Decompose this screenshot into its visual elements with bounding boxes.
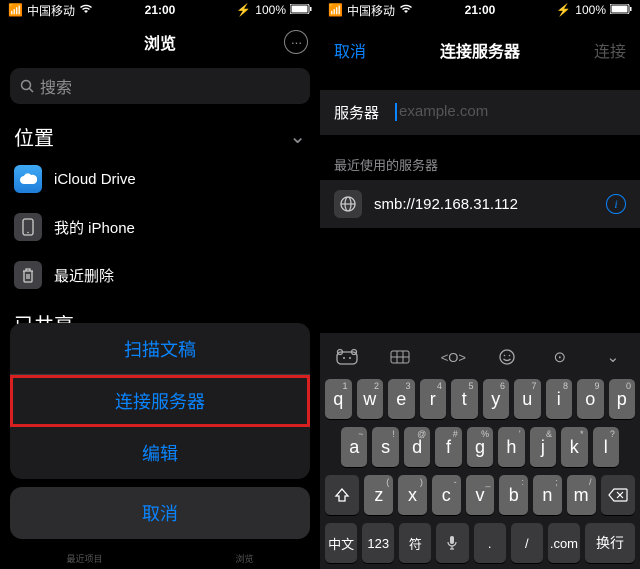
key-n[interactable]: n; [533,475,562,515]
key-r[interactable]: r4 [420,379,447,419]
key-l[interactable]: l? [593,427,619,467]
key-c[interactable]: c- [432,475,461,515]
server-input[interactable]: 服务器 example.com [320,90,640,135]
kb-tool-grid[interactable] [382,343,418,371]
key-x[interactable]: x) [398,475,427,515]
key-y[interactable]: y6 [483,379,510,419]
cancel-button[interactable]: 取消 [10,487,310,539]
action-sheet: 扫描文稿 连接服务器 编辑 取消 [0,315,320,569]
key-d[interactable]: d@ [404,427,430,467]
list-item-trash[interactable]: 最近删除 [0,251,320,299]
status-bar: 📶 中国移动 21:00 ⚡ 100% [320,0,640,20]
scan-button[interactable]: 扫描文稿 [10,323,310,375]
recent-header: 最近使用的服务器 [320,135,640,180]
carrier: 中国移动 [27,2,75,19]
kb-tool-emoji[interactable] [489,343,525,371]
connect-button[interactable]: 连接 [594,38,626,62]
key-shift[interactable] [325,475,359,515]
keyboard-toolbar: <O> ⊙ ⌄ [323,337,637,379]
trash-icon [14,261,42,289]
key-q[interactable]: q1 [325,379,352,419]
signal-icon: 📶 [8,3,23,17]
key-slash[interactable]: / [511,523,543,563]
location-list: iCloud Drive 我的 iPhone 最近删除 [0,155,320,299]
info-icon[interactable]: i [606,194,626,214]
server-field-label: 服务器 [334,102,379,123]
key-b[interactable]: b: [499,475,528,515]
key-dot[interactable]: . [474,523,506,563]
cloud-icon [14,165,42,193]
section-location[interactable]: 位置 ⌄ [0,112,320,155]
tab-browse[interactable]: 浏览 [235,552,253,565]
modal-nav: 取消 连接服务器 连接 [320,28,640,72]
battery-pct: 100% [255,3,286,17]
key-z[interactable]: z( [364,475,393,515]
time: 21:00 [145,3,176,17]
kb-tool-code[interactable]: <O> [435,343,471,371]
list-item-iphone[interactable]: 我的 iPhone [0,203,320,251]
keyboard: <O> ⊙ ⌄ q1w2e3r4t5y6u7i8o9p0 a~s!d@f#g%h… [320,333,640,569]
globe-icon [334,190,362,218]
key-w[interactable]: w2 [357,379,384,419]
key-p[interactable]: p0 [609,379,636,419]
list-label: 我的 iPhone [54,217,135,238]
left-screen: 📶 中国移动 21:00 ⚡ 100% 浏览 ··· 搜索 位置 ⌄ [0,0,320,569]
server-placeholder: example.com [399,104,488,121]
key-t[interactable]: t5 [451,379,478,419]
edit-button[interactable]: 编辑 [10,427,310,479]
key-e[interactable]: e3 [388,379,415,419]
wifi-icon [399,3,413,17]
list-item-icloud[interactable]: iCloud Drive [0,155,320,203]
key-o[interactable]: o9 [577,379,604,419]
list-label: iCloud Drive [54,171,136,188]
key-lang[interactable]: 中文 [325,523,357,563]
tab-recent[interactable]: 最近项目 [66,552,102,565]
key-j[interactable]: j& [530,427,556,467]
text-cursor [395,103,397,121]
key-return[interactable]: 换行 [585,523,635,563]
key-v[interactable]: v_ [466,475,495,515]
modal-title: 连接服务器 [440,38,520,62]
key-123[interactable]: 123 [362,523,394,563]
chevron-down-icon: ⌄ [289,124,306,149]
list-label: 最近删除 [54,265,114,286]
key-s[interactable]: s! [372,427,398,467]
page-title: 浏览 [144,30,176,54]
cancel-button[interactable]: 取消 [334,38,366,62]
key-k[interactable]: k* [561,427,587,467]
tab-bar: 最近项目 浏览 [0,552,320,565]
connect-server-button[interactable]: 连接服务器 [10,375,310,427]
search-placeholder: 搜索 [40,74,72,98]
key-sym[interactable]: 符 [399,523,431,563]
key-h[interactable]: h' [498,427,524,467]
wifi-icon [79,3,93,17]
key-com[interactable]: .com [548,523,580,563]
right-screen: 📶 中国移动 21:00 ⚡ 100% 取消 连接服务器 连接 服务器 exam… [320,0,640,569]
key-mic[interactable] [436,523,468,563]
key-u[interactable]: u7 [514,379,541,419]
phone-icon [14,213,42,241]
more-icon[interactable]: ··· [284,30,308,54]
kb-tool-dot[interactable]: ⊙ [542,343,578,371]
key-a[interactable]: a~ [341,427,367,467]
key-f[interactable]: f# [435,427,461,467]
search-input[interactable]: 搜索 [10,68,310,104]
nav-bar: 浏览 ··· [0,20,320,64]
signal-icon: 📶 [328,3,343,17]
key-i[interactable]: i8 [546,379,573,419]
key-g[interactable]: g% [467,427,493,467]
recent-server-label: smb://192.168.31.112 [374,196,518,213]
kb-tool-chevron[interactable]: ⌄ [595,343,631,371]
battery-icon [610,3,632,17]
search-icon [20,79,34,93]
battery-icon [290,3,312,17]
key-delete[interactable] [601,475,635,515]
recent-server-row[interactable]: smb://192.168.31.112 i [320,180,640,228]
key-m[interactable]: m/ [567,475,596,515]
kb-tool-bear[interactable] [329,343,365,371]
status-bar: 📶 中国移动 21:00 ⚡ 100% [0,0,320,20]
